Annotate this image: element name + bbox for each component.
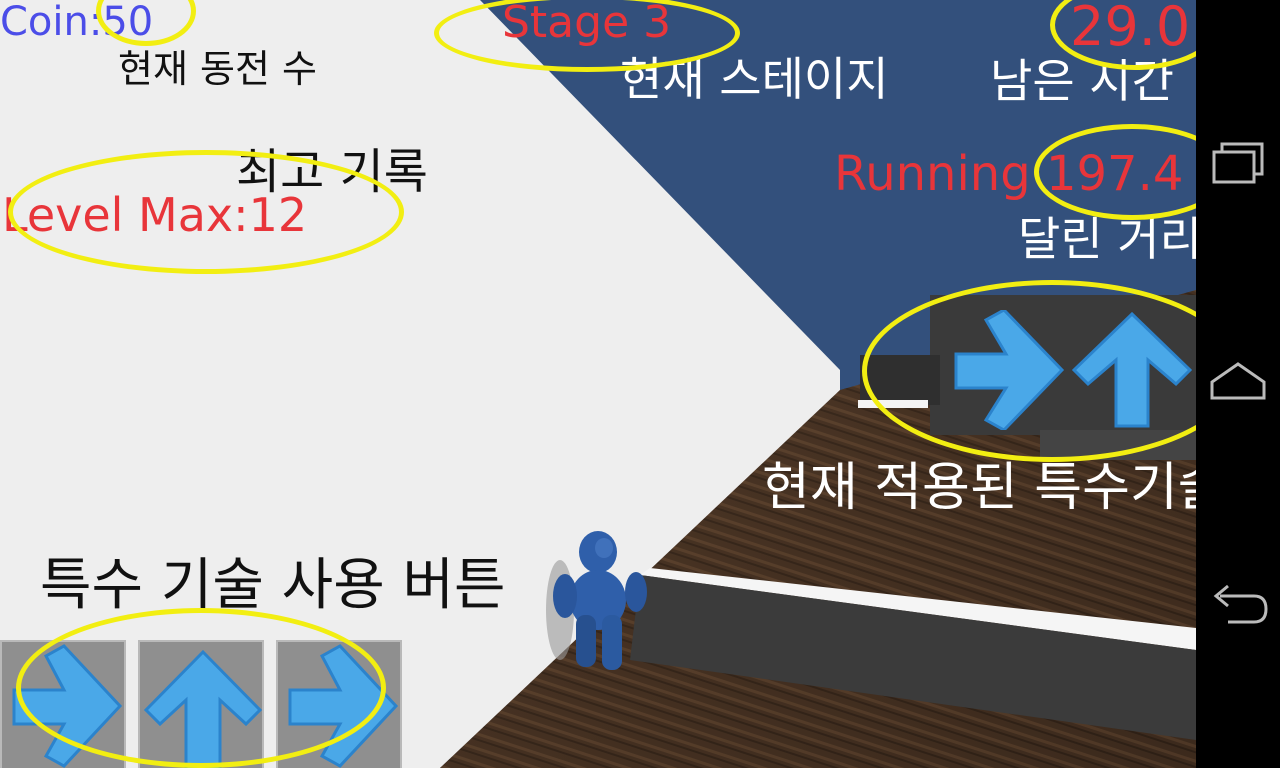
time-annotation: 남은 시간 [990, 54, 1174, 108]
game-scene: Coin:50 Stage 3 29.0 Level Max:12 Runnin… [0, 0, 1196, 768]
back-icon [1213, 584, 1268, 624]
skill-button-right-2[interactable] [276, 640, 402, 768]
distance-annotation: 달린 거리 [1018, 212, 1196, 266]
active-skill-arrow-up-icon [1072, 312, 1192, 428]
arrow-right-icon [288, 644, 399, 768]
skill-button-annotation: 특수 기술 사용 버튼 [40, 553, 506, 618]
recent-apps-button[interactable] [1208, 134, 1268, 190]
best-record-annotation: 최고 기록 [236, 144, 428, 200]
stage-indicator: Stage 3 [502, 0, 672, 48]
active-skill-arrow-right-icon [946, 310, 1066, 430]
home-button[interactable] [1208, 356, 1268, 412]
stage-annotation: 현재 스테이지 [620, 52, 889, 106]
active-skill-annotation: 현재 적용된 특수기술 [762, 458, 1196, 518]
system-nav-bar [1196, 0, 1280, 768]
running-distance: Running 197.4 [834, 146, 1184, 202]
arrow-up-icon [143, 649, 263, 768]
home-icon [1210, 362, 1266, 400]
coin-annotation: 현재 동전 수 [118, 47, 317, 91]
recent-apps-icon [1212, 142, 1264, 184]
skill-button-up[interactable] [138, 640, 264, 768]
time-remaining: 29.0 [1070, 0, 1191, 58]
coin-count: Coin:50 [0, 0, 154, 45]
arrow-right-icon [12, 644, 123, 768]
skill-button-right-1[interactable] [0, 640, 126, 768]
back-button[interactable] [1208, 578, 1268, 634]
